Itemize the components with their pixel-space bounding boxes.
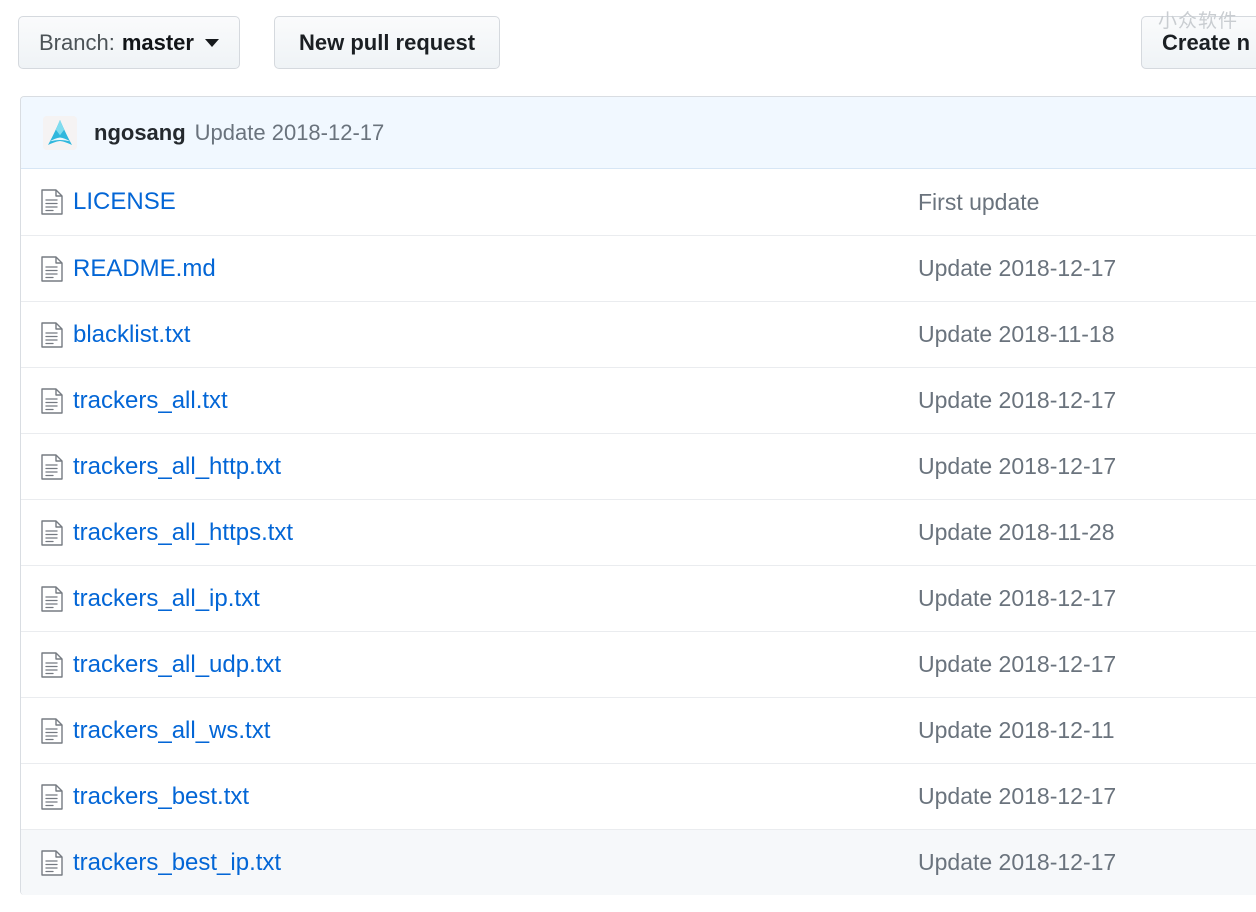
file-row-container: LICENSE First update README.md Update 20… (21, 169, 1256, 895)
new-pull-request-button[interactable]: New pull request (274, 16, 501, 69)
file-name-link[interactable]: trackers_best_ip.txt (73, 849, 918, 877)
branch-selector-button[interactable]: Branch: master (18, 16, 240, 69)
new-pull-request-label: New pull request (299, 29, 476, 55)
table-row[interactable]: LICENSE First update (21, 169, 1256, 235)
file-name-link[interactable]: trackers_all_ws.txt (73, 717, 918, 745)
file-commit-message[interactable]: Update 2018-12-17 (918, 387, 1256, 414)
table-row[interactable]: blacklist.txt Update 2018-11-18 (21, 301, 1256, 367)
commit-message[interactable]: Update 2018-12-17 (195, 120, 385, 146)
file-commit-message[interactable]: Update 2018-12-17 (918, 651, 1256, 678)
file-icon (21, 717, 73, 744)
file-icon (21, 585, 73, 612)
file-name-link[interactable]: README.md (73, 255, 918, 283)
table-row[interactable]: trackers_all.txt Update 2018-12-17 (21, 367, 1256, 433)
latest-commit-header: ngosang Update 2018-12-17 (21, 97, 1256, 169)
file-icon (21, 255, 73, 282)
file-icon (21, 453, 73, 480)
commit-author-name[interactable]: ngosang (94, 120, 186, 146)
file-name-link[interactable]: trackers_all_udp.txt (73, 651, 918, 679)
file-commit-message[interactable]: Update 2018-11-18 (918, 321, 1256, 348)
file-commit-message[interactable]: First update (918, 189, 1256, 216)
file-icon (21, 387, 73, 414)
file-icon (21, 849, 73, 876)
file-name-link[interactable]: trackers_all_ip.txt (73, 585, 918, 613)
table-row[interactable]: README.md Update 2018-12-17 (21, 235, 1256, 301)
file-icon (21, 651, 73, 678)
file-commit-message[interactable]: Update 2018-12-17 (918, 849, 1256, 876)
file-name-link[interactable]: blacklist.txt (73, 321, 918, 349)
file-name-link[interactable]: trackers_best.txt (73, 783, 918, 811)
branch-prefix-label: Branch: (39, 29, 115, 55)
file-commit-message[interactable]: Update 2018-11-28 (918, 519, 1256, 546)
repository-file-browser: Branch: master New pull request Create n… (0, 0, 1256, 912)
create-new-file-label: Create n (1162, 29, 1251, 55)
file-commit-message[interactable]: Update 2018-12-11 (918, 717, 1256, 744)
repository-toolbar: Branch: master New pull request Create n… (0, 0, 1256, 86)
table-row[interactable]: trackers_best_ip.txt Update 2018-12-17 (21, 829, 1256, 895)
file-name-link[interactable]: trackers_all_http.txt (73, 453, 918, 481)
file-icon (21, 519, 73, 546)
create-new-file-button[interactable]: Create n (1141, 16, 1256, 69)
avatar (43, 115, 77, 150)
file-commit-message[interactable]: Update 2018-12-17 (918, 453, 1256, 480)
table-row[interactable]: trackers_all_http.txt Update 2018-12-17 (21, 433, 1256, 499)
file-name-link[interactable]: LICENSE (73, 188, 918, 216)
table-row[interactable]: trackers_all_ws.txt Update 2018-12-11 (21, 697, 1256, 763)
chevron-down-icon (204, 38, 219, 47)
file-commit-message[interactable]: Update 2018-12-17 (918, 255, 1256, 282)
file-icon (21, 783, 73, 810)
table-row[interactable]: trackers_best.txt Update 2018-12-17 (21, 763, 1256, 829)
file-icon (21, 321, 73, 348)
file-table: ngosang Update 2018-12-17 LICENSE First … (20, 96, 1256, 895)
file-commit-message[interactable]: Update 2018-12-17 (918, 783, 1256, 810)
table-row[interactable]: trackers_all_ip.txt Update 2018-12-17 (21, 565, 1256, 631)
table-row[interactable]: trackers_all_https.txt Update 2018-11-28 (21, 499, 1256, 565)
file-icon (21, 189, 73, 215)
table-row[interactable]: trackers_all_udp.txt Update 2018-12-17 (21, 631, 1256, 697)
file-name-link[interactable]: trackers_all_https.txt (73, 519, 918, 547)
branch-name-label: master (121, 29, 194, 55)
file-name-link[interactable]: trackers_all.txt (73, 387, 918, 415)
file-commit-message[interactable]: Update 2018-12-17 (918, 585, 1256, 612)
